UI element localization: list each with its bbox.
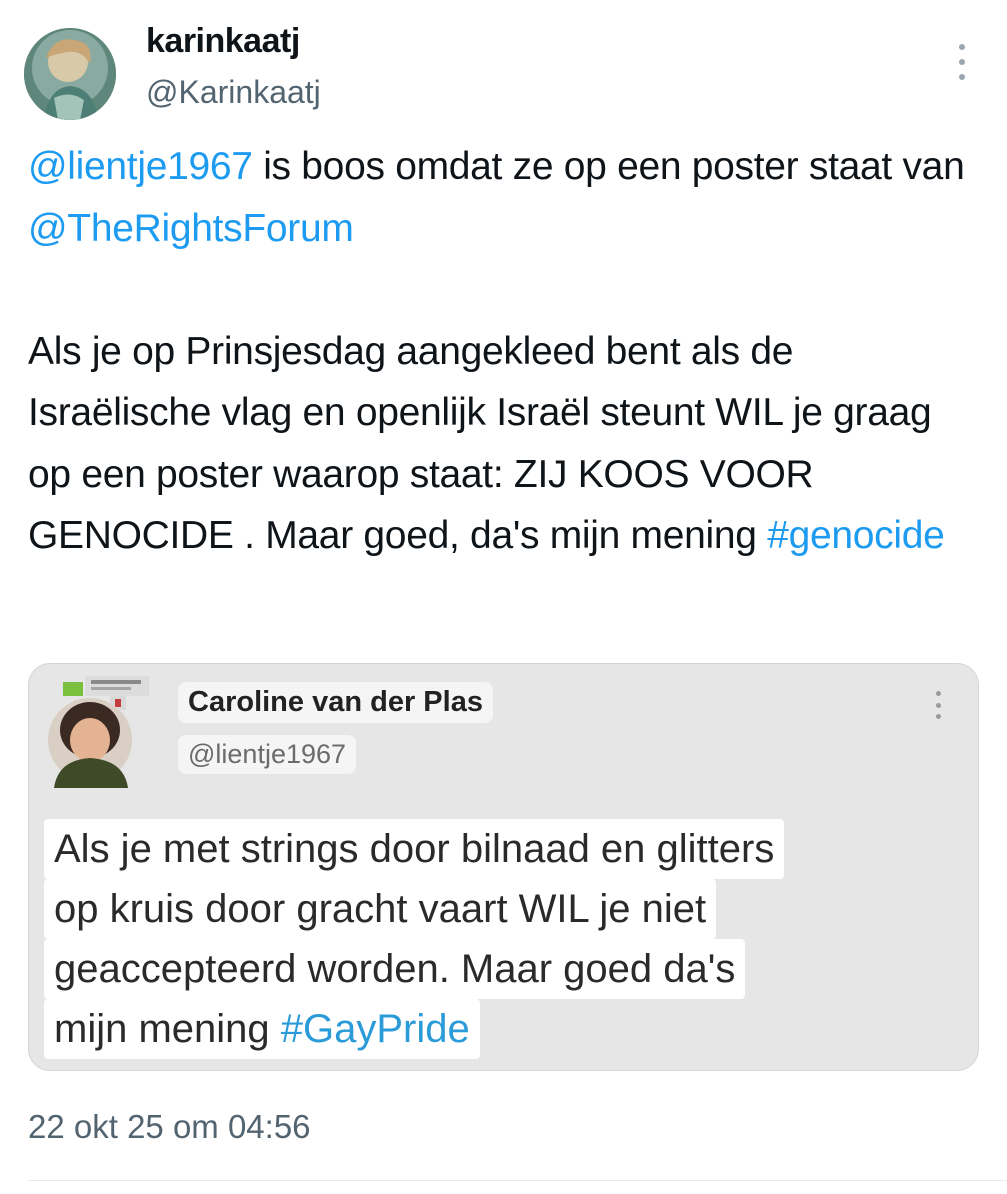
tweet-paragraph-2: Als je op Prinsjesdag aangekleed bent al…	[28, 321, 983, 567]
embedded-text-segment: mijn mening	[54, 1007, 281, 1051]
embedded-text-line: Als je met strings door bilnaad en glitt…	[44, 819, 785, 879]
author-avatar[interactable]	[24, 28, 116, 120]
mention-link[interactable]: @lientje1967	[28, 145, 253, 188]
embedded-text-line-last: mijn mening #GayPride	[44, 999, 480, 1059]
tweet-timestamp[interactable]: 22 okt 25 om 04:56	[28, 1108, 311, 1146]
author-handle[interactable]: @Karinkaatj	[146, 74, 321, 111]
embedded-more-icon	[933, 691, 943, 719]
embedded-avatar-icon	[48, 696, 132, 788]
hashtag-link[interactable]: #genocide	[767, 514, 945, 557]
embedded-author-handle: @lientje1967	[178, 735, 357, 774]
embedded-text-line: op kruis door gracht vaart WIL je niet	[44, 879, 717, 939]
embedded-author-name: Caroline van der Plas	[178, 682, 493, 723]
tweet-text: @lientje1967 is boos omdat ze op een pos…	[28, 136, 983, 567]
mention-link[interactable]: @TheRightsForum	[28, 207, 354, 250]
tweet-paragraph-1: @lientje1967 is boos omdat ze op een pos…	[28, 136, 983, 259]
avatar-painting-icon	[24, 28, 116, 120]
tweet-text-segment: is boos omdat ze op een poster staat van	[252, 145, 965, 188]
more-options-icon[interactable]	[948, 44, 976, 80]
embedded-hashtag: #GayPride	[280, 1007, 470, 1051]
embedded-text-line: geaccepteerd worden. Maar goed da's	[44, 939, 746, 999]
divider	[28, 1180, 1007, 1181]
author-display-name[interactable]: karinkaatj	[146, 22, 300, 61]
